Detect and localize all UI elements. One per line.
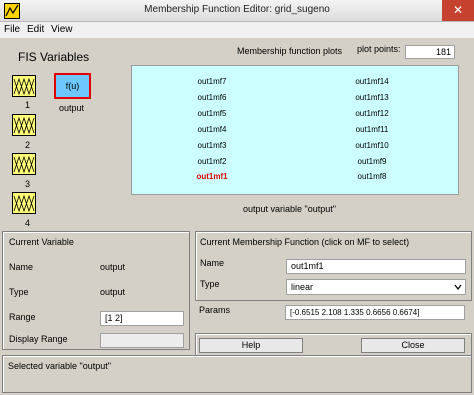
input-1-label: 1 [25, 100, 31, 110]
mf-plot-area[interactable]: out1mf7 out1mf6 out1mf5 out1mf4 out1mf3 … [131, 65, 459, 195]
cv-type-label: Type [9, 287, 29, 297]
current-mf-title: Current Membership Function (click on MF… [200, 237, 410, 247]
mf-label-out1mf10[interactable]: out1mf10 [355, 141, 388, 150]
mf-label-out1mf9[interactable]: out1mf9 [358, 157, 387, 166]
mf-label-out1mf14[interactable]: out1mf14 [355, 77, 388, 86]
input-1-box[interactable] [12, 75, 36, 97]
cmf-type-value: linear [291, 282, 314, 292]
input-3-box[interactable] [12, 153, 36, 175]
input-4-label: 4 [25, 218, 31, 228]
fis-variables-title: FIS Variables [18, 50, 90, 64]
menu-edit[interactable]: Edit [27, 24, 44, 35]
mf-label-out1mf4[interactable]: out1mf4 [198, 125, 227, 134]
current-mf-panel: Current Membership Function (click on MF… [195, 231, 472, 301]
input-2-box[interactable] [12, 114, 36, 136]
cmf-name-input[interactable]: out1mf1 [286, 259, 466, 274]
triangle-mf-icon [13, 116, 35, 135]
title-bar: Membership Function Editor: grid_sugeno … [0, 0, 474, 22]
cmf-params-input[interactable]: [-0.6515 2.108 1.335 0.6656 0.6674] [285, 305, 465, 320]
help-button[interactable]: Help [199, 338, 303, 353]
mf-label-out1mf11[interactable]: out1mf11 [356, 125, 389, 134]
mf-plots-title: Membership function plots [237, 46, 343, 56]
menu-view[interactable]: View [51, 24, 73, 35]
cv-range-label: Range [9, 312, 36, 322]
mf-label-out1mf12[interactable]: out1mf12 [355, 109, 388, 118]
output-variable-label: output [59, 103, 85, 113]
mf-label-out1mf6[interactable]: out1mf6 [198, 93, 227, 102]
mf-label-out1mf8[interactable]: out1mf8 [358, 172, 387, 181]
output-variable-caption: output variable "output" [243, 204, 336, 214]
input-2-label: 2 [25, 140, 31, 150]
triangle-mf-icon [13, 155, 35, 174]
mf-label-out1mf3[interactable]: out1mf3 [198, 141, 227, 150]
output-variable-box[interactable]: f(u) [54, 73, 91, 99]
cmf-type-label: Type [200, 279, 220, 289]
cv-type-value: output [100, 287, 126, 297]
plot-points-label: plot points: [357, 44, 401, 54]
cv-range-input[interactable]: [1 2] [100, 311, 184, 326]
cv-display-range-label: Display Range [9, 334, 68, 344]
chevron-down-icon [453, 281, 463, 293]
triangle-mf-icon [13, 194, 35, 213]
mf-label-out1mf5[interactable]: out1mf5 [198, 109, 227, 118]
cv-display-range-input[interactable] [100, 333, 184, 348]
status-bar: Selected variable "output" [2, 355, 472, 393]
cv-name-label: Name [9, 262, 34, 272]
triangle-mf-icon [13, 77, 35, 96]
mf-label-out1mf7[interactable]: out1mf7 [198, 77, 227, 86]
window-title: Membership Function Editor: grid_sugeno [144, 4, 330, 15]
cmf-type-select[interactable]: linear [286, 279, 466, 295]
cmf-params-label: Params [199, 305, 231, 315]
input-3-label: 3 [25, 179, 31, 189]
mf-label-out1mf1-selected[interactable]: out1mf1 [196, 172, 227, 181]
mf-label-out1mf13[interactable]: out1mf13 [355, 93, 388, 102]
current-variable-panel: Current Variable Name output Type output… [2, 231, 190, 350]
close-button[interactable]: Close [361, 338, 465, 353]
status-text: Selected variable "output" [8, 361, 111, 371]
close-window-button[interactable]: ✕ [442, 0, 474, 21]
input-4-box[interactable] [12, 192, 36, 214]
mf-label-out1mf2[interactable]: out1mf2 [198, 157, 227, 166]
menu-bar: File Edit View [0, 22, 474, 38]
plot-points-input[interactable]: 181 [405, 45, 455, 59]
current-variable-title: Current Variable [9, 237, 74, 247]
close-icon: ✕ [452, 3, 464, 17]
menu-file[interactable]: File [4, 24, 20, 35]
cmf-name-label: Name [200, 258, 225, 268]
cv-name-value: output [100, 262, 126, 272]
main-panel: FIS Variables 1 2 3 4 f(u) output Member… [0, 38, 474, 395]
